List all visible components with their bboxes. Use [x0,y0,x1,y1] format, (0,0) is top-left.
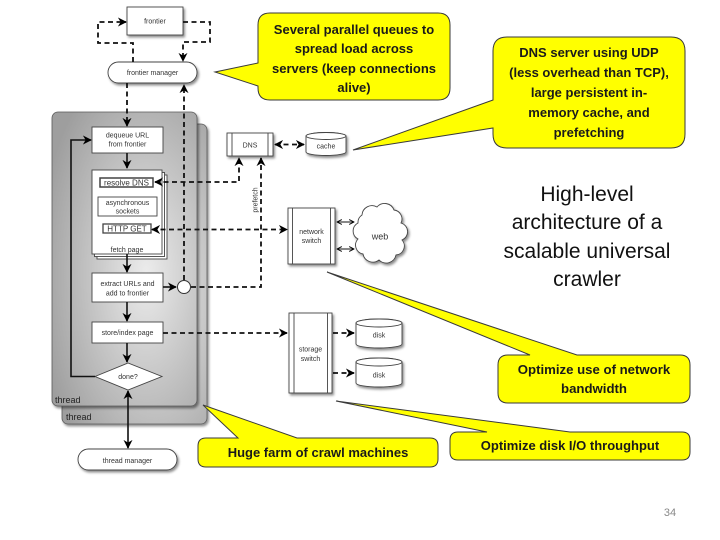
dns-label: DNS [243,143,258,150]
callout-network-bandwidth-line: bandwidth [561,381,627,396]
dequeue-label-line2: from frontier [109,142,147,149]
web-label: web [371,232,389,242]
store-index-label: store/index page [102,330,154,337]
fetch-page-label: fetch page [111,247,144,254]
slide-title-line: High-level [540,183,634,206]
thread-label-back: thread [66,412,92,422]
extract-urls-label-line1: extract URLs and [100,281,154,288]
slide: thread thread frontier frontier manager … [0,0,720,540]
disk-2-cylinder-top [355,357,403,367]
url-junction-circle [177,280,191,294]
frontier-manager-label: frontier manager [127,70,179,77]
callout-crawl-farm-line: Huge farm of crawl machines [227,444,409,460]
disk-2-label: disk [373,373,386,380]
callout-dns-server-line: prefetching [553,124,625,140]
frontier-label: frontier [144,19,166,26]
callout-dns-server-text: DNS server using UDP (less overhead than… [493,37,685,148]
async-sockets-label-line1: asynchronous [106,200,150,207]
callout-parallel-queues-line: spread load across [294,41,414,56]
disk-1-label: disk [373,333,386,340]
dequeue-label-line1: dequeue URL [106,133,149,140]
store-index-node: store/index page [91,321,164,344]
callout-parallel-queues-line: servers (keep connections [271,60,437,76]
thread-label-front: thread [55,395,81,405]
frontier-manager-node: frontier manager [107,61,198,84]
slide-title-line: architecture of a [511,211,663,235]
thread-manager-node: thread manager [77,448,178,471]
resolve-dns-label: resolve DNS [104,179,149,188]
network-switch-label-line1: network [299,229,324,236]
cache-cylinder-top [305,132,347,140]
storage-switch-label-line1: storage [299,347,322,354]
extract-urls-label-line2: add to frontier [106,291,150,298]
extract-urls-node: extract URLs and add to frontier [91,272,164,303]
frontier-node: frontier [126,6,184,36]
dequeue-box [91,126,164,154]
fetch-page-node: resolve DNS asynchronous sockets HTTP GE… [91,169,168,260]
thread-manager-label: thread manager [103,458,153,465]
slide-title-line: crawler [553,267,621,291]
callout-dns-server-line: DNS server using UDP [519,44,659,60]
storage-switch-label-line2: switch [301,356,321,363]
callout-disk-io-line: Optimize disk I/O throughput [480,438,660,454]
callout-disk-io-text: Optimize disk I/O throughput [450,432,690,460]
cache-label: cache [317,144,336,151]
callout-crawl-farm-text: Huge farm of crawl machines [198,438,438,467]
callout-parallel-queues-line: alive) [337,80,371,95]
done-label: done? [118,374,138,381]
network-switch-label-line2: switch [302,238,322,245]
callout-parallel-queues-line: Several parallel queues to [273,21,435,37]
async-sockets-label-line2: sockets [116,209,140,216]
callout-parallel-queues-text: Several parallel queues to spread load a… [258,17,450,100]
callout-dns-server-line: memory cache, and [528,104,650,120]
prefetch-label: prefetch [253,187,260,212]
dequeue-node: dequeue URL from frontier [91,126,164,154]
callout-dns-server-line: (less overhead than TCP), [509,64,669,80]
slide-title: High-level architecture of a scalable un… [487,181,687,294]
network-switch-node [287,207,336,265]
dash-frontier-to-manager [178,21,211,62]
callout-dns-server-line: large persistent in- [530,84,648,100]
callout-network-bandwidth-text: Optimize use of network bandwidth [498,355,690,403]
http-get-label: HTTP GET [107,225,147,234]
slide-title-line: scalable universal [503,239,671,263]
page-number: 34 [663,507,677,519]
disk-1-cylinder-top [355,318,403,328]
network-switch-box [287,207,336,265]
callout-network-bandwidth-line: Optimize use of network [517,361,671,377]
